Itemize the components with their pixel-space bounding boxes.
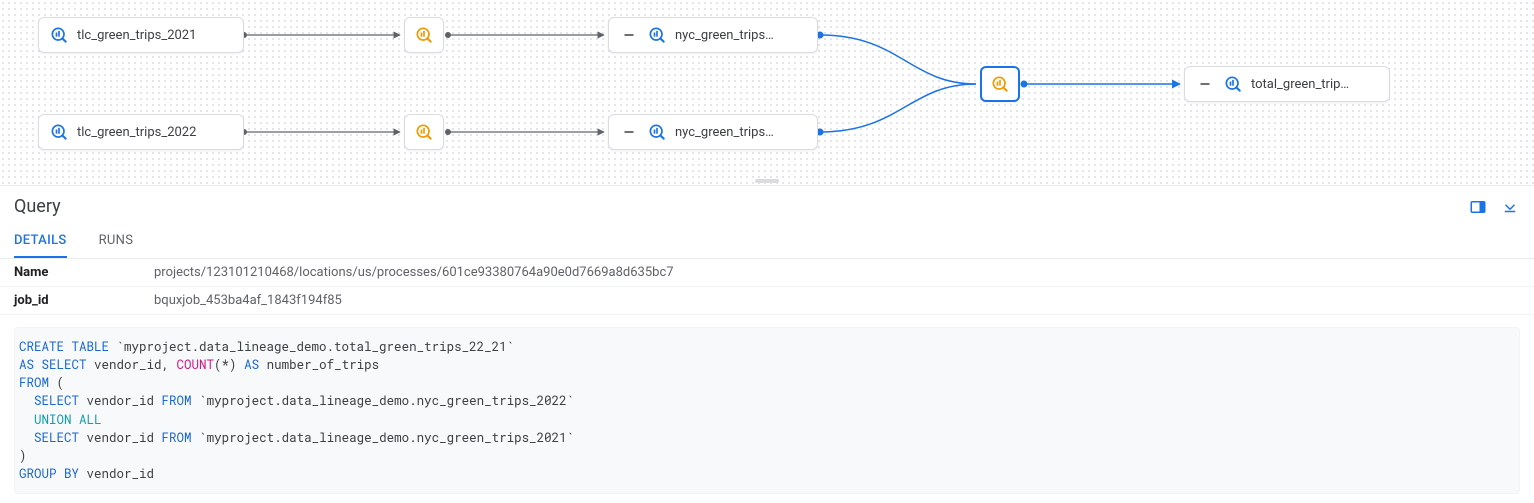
bigquery-icon <box>1223 74 1243 94</box>
detail-val: projects/123101210468/locations/us/proce… <box>154 265 674 280</box>
bigquery-process-icon <box>414 25 434 45</box>
table-node-nyc-2021[interactable]: nyc_green_trips… <box>608 17 818 53</box>
collapse-panel-icon[interactable] <box>1500 197 1520 217</box>
node-label: tlc_green_trips_2022 <box>77 125 196 140</box>
table-node-tlc-2022[interactable]: tlc_green_trips_2022 <box>38 114 244 150</box>
detail-val: bquxjob_453ba4af_1843f194f85 <box>154 293 342 308</box>
table-node-nyc-2022[interactable]: nyc_green_trips… <box>608 114 818 150</box>
process-node[interactable] <box>404 114 444 150</box>
detail-row-name: Name projects/123101210468/locations/us/… <box>0 259 1534 287</box>
tabs: DETAILS RUNS <box>0 223 1534 259</box>
node-label: nyc_green_trips… <box>675 28 774 43</box>
panel-resize-handle[interactable] <box>755 179 779 183</box>
bigquery-icon <box>49 25 69 45</box>
lineage-canvas[interactable]: tlc_green_trips_2021 nyc_green_trips… tl… <box>0 0 1534 185</box>
selected-process-node[interactable] <box>980 66 1020 102</box>
detail-key: job_id <box>14 293 154 308</box>
table-node-tlc-2021[interactable]: tlc_green_trips_2021 <box>38 17 244 53</box>
tab-runs[interactable]: RUNS <box>99 223 134 258</box>
node-label: nyc_green_trips… <box>675 125 774 140</box>
bigquery-process-icon <box>990 74 1010 94</box>
collapse-icon[interactable] <box>619 122 639 142</box>
sql-code-block: CREATE TABLE `myproject.data_lineage_dem… <box>14 327 1520 494</box>
bigquery-icon <box>647 25 667 45</box>
detail-row-jobid: job_id bquxjob_453ba4af_1843f194f85 <box>0 287 1534 315</box>
tab-details[interactable]: DETAILS <box>14 223 67 258</box>
bigquery-icon <box>49 122 69 142</box>
node-label: total_green_trip… <box>1251 77 1349 92</box>
bigquery-icon <box>647 122 667 142</box>
side-panel-icon[interactable] <box>1468 197 1488 217</box>
panel-title: Query <box>14 196 61 217</box>
bigquery-process-icon <box>414 122 434 142</box>
process-node[interactable] <box>404 17 444 53</box>
collapse-icon[interactable] <box>1195 74 1215 94</box>
detail-key: Name <box>14 265 154 280</box>
table-node-total[interactable]: total_green_trip… <box>1184 66 1390 102</box>
node-label: tlc_green_trips_2021 <box>77 28 196 43</box>
collapse-icon[interactable] <box>619 25 639 45</box>
